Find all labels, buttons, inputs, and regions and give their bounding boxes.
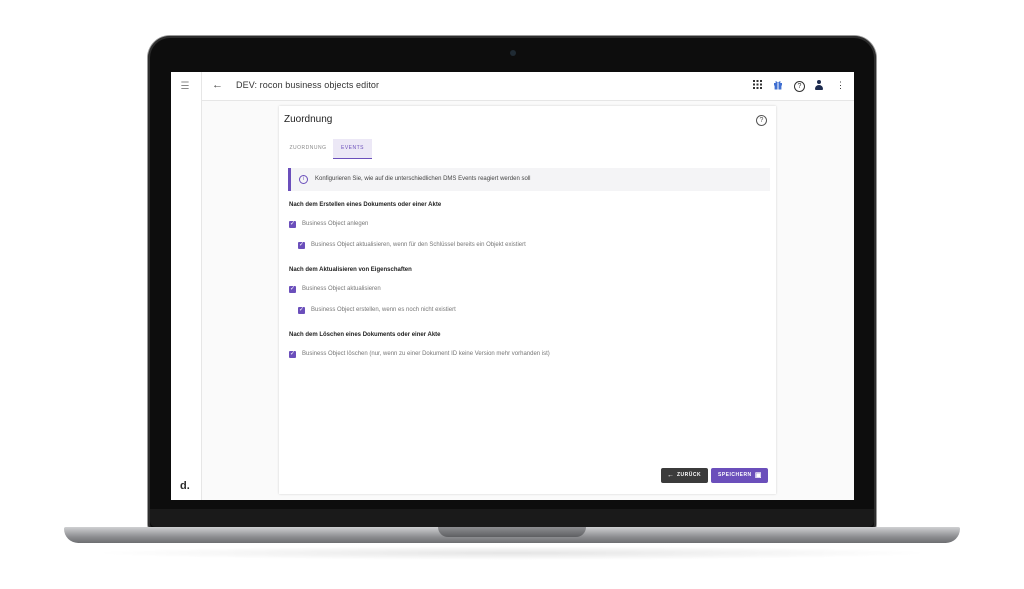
menu-icon[interactable]: ☰ (180, 82, 190, 92)
info-banner: i Konfigurieren Sie, wie auf die untersc… (288, 168, 770, 191)
screen: ☰ d. ← DEV: rocon business objects edito… (171, 72, 854, 500)
checkbox-checked-icon[interactable]: ✓ (289, 286, 296, 293)
checkbox-checked-icon[interactable]: ✓ (289, 351, 296, 358)
side-rail: ☰ d. (171, 72, 202, 500)
section-heading-update: Nach dem Aktualisieren von Eigenschaften (289, 267, 412, 273)
info-text: Konfigurieren Sie, wie auf die unterschi… (315, 176, 531, 182)
save-button[interactable]: SPEICHERN ▣ (711, 468, 768, 483)
option-label: Business Object anlegen (302, 221, 369, 227)
account-head (817, 80, 821, 84)
checkbox-checked-icon[interactable]: ✓ (298, 242, 305, 249)
app-title: DEV: rocon business objects editor (236, 80, 380, 90)
stage: ☰ d. ← DEV: rocon business objects edito… (0, 0, 1024, 589)
checkbox-checked-icon[interactable]: ✓ (289, 221, 296, 228)
save-icon: ▣ (754, 472, 762, 479)
option-label: Business Object löschen (nur, wenn zu ei… (302, 351, 550, 357)
back-arrow-icon[interactable]: ← (212, 79, 223, 91)
mapping-card: Zuordnung ? ZUORDNUNG EVENTS i Konfiguri… (279, 106, 776, 494)
account-icon[interactable] (815, 80, 823, 90)
section-heading-create: Nach dem Erstellen eines Dokuments oder … (289, 202, 442, 208)
more-vert-icon[interactable]: ⋮ (836, 80, 845, 90)
section-heading-delete: Nach dem Löschen eines Dokuments oder ei… (289, 332, 441, 338)
card-title: Zuordnung (284, 114, 333, 125)
brand-logo[interactable]: d. (180, 480, 190, 492)
tab-events[interactable]: EVENTS (333, 139, 372, 159)
laptop-notch (438, 527, 586, 537)
back-button[interactable]: ← ZURÜCK (661, 468, 708, 483)
account-body (815, 85, 823, 90)
back-button-label: ZURÜCK (677, 472, 702, 478)
laptop-shadow (90, 546, 934, 560)
option-label: Business Object erstellen, wenn es noch … (311, 307, 456, 313)
laptop-bezel (150, 509, 874, 527)
save-button-label: SPEICHERN (718, 472, 752, 478)
apps-grid-icon[interactable] (753, 80, 762, 92)
option-label: Business Object aktualisieren (302, 286, 381, 292)
card-help-icon[interactable]: ? (756, 115, 767, 126)
tab-zuordnung[interactable]: ZUORDNUNG (284, 139, 332, 158)
gift-icon[interactable] (773, 80, 783, 92)
arrow-left-icon: ← (667, 472, 675, 479)
checkbox-checked-icon[interactable]: ✓ (298, 307, 305, 314)
option-label: Business Object aktualisieren, wenn für … (311, 242, 526, 248)
help-icon[interactable]: ? (794, 81, 805, 92)
gift-svg (774, 81, 782, 90)
camera (510, 50, 516, 56)
top-bar: ← DEV: rocon business objects editor ? ⋮ (202, 72, 854, 101)
info-icon: i (299, 175, 308, 184)
apps-grid-svg (753, 80, 762, 89)
